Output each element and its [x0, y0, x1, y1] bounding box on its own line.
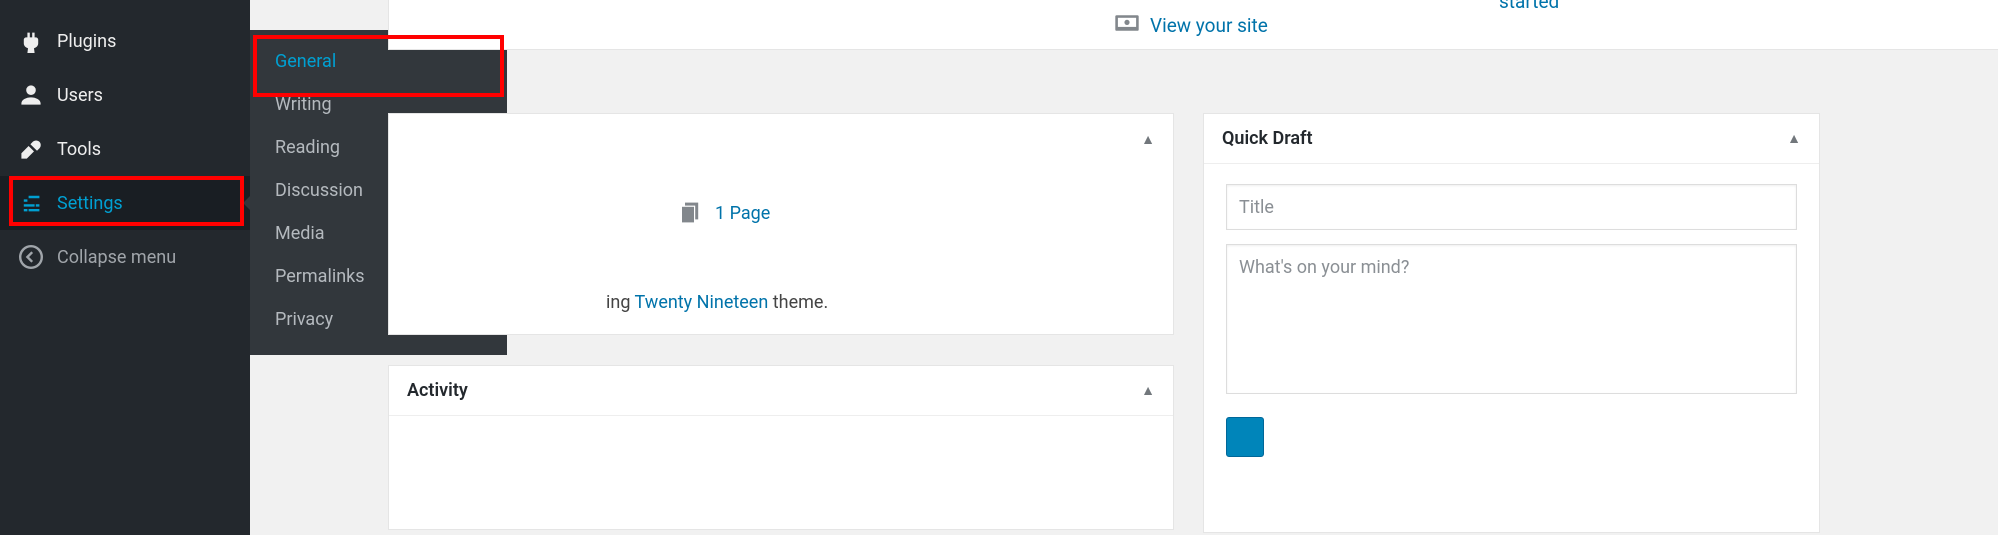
sidebar-item-users[interactable]: Users — [0, 68, 250, 122]
plugins-icon — [19, 29, 43, 53]
started-link[interactable]: started — [1499, 0, 1559, 13]
sidebar-item-label: Settings — [57, 193, 123, 214]
sidebar-item-label: Collapse menu — [57, 247, 176, 268]
theme-prefix: ing — [606, 292, 635, 313]
view-site-text: View your site — [1150, 14, 1268, 37]
quick-draft-header: Quick Draft ▲ — [1204, 114, 1819, 164]
admin-sidebar: Plugins Users Tools Settings Collapse me… — [0, 0, 250, 535]
activity-panel-header: Activity ▲ — [389, 366, 1173, 416]
content-area: View your site started ▲ 1 Page ing Twen… — [280, 0, 1998, 535]
sidebar-item-label: Tools — [57, 139, 101, 160]
page-count-link[interactable]: 1 Page — [679, 199, 770, 228]
pages-icon — [679, 199, 703, 228]
at-a-glance-panel: ▲ 1 Page ing Twenty Nineteen theme. — [388, 113, 1174, 335]
panel-toggle-icon[interactable]: ▲ — [1141, 131, 1155, 148]
save-draft-button[interactable] — [1226, 417, 1264, 457]
sidebar-item-plugins[interactable]: Plugins — [0, 14, 250, 68]
panel-toggle-icon[interactable]: ▲ — [1787, 130, 1801, 147]
tools-icon — [19, 137, 43, 161]
quick-draft-title: Quick Draft — [1222, 128, 1313, 149]
page-count-text: 1 Page — [715, 203, 770, 224]
panel-toggle-icon[interactable]: ▲ — [1141, 382, 1155, 399]
view-site-link[interactable]: View your site — [1114, 10, 1268, 41]
users-icon — [19, 83, 43, 107]
theme-row: ing Twenty Nineteen theme. — [606, 292, 828, 313]
activity-title: Activity — [407, 380, 468, 401]
quick-draft-body — [1204, 164, 1819, 481]
sidebar-item-tools[interactable]: Tools — [0, 122, 250, 176]
settings-icon — [19, 191, 43, 215]
sidebar-item-label: Users — [57, 85, 103, 106]
draft-title-input[interactable] — [1226, 184, 1797, 230]
theme-link[interactable]: Twenty Nineteen — [635, 292, 769, 313]
quick-draft-panel: Quick Draft ▲ — [1203, 113, 1820, 533]
sidebar-item-collapse[interactable]: Collapse menu — [0, 230, 250, 284]
activity-panel: Activity ▲ — [388, 365, 1174, 530]
glance-panel-header: ▲ — [389, 114, 1173, 164]
welcome-panel: View your site started — [388, 0, 1998, 50]
collapse-icon — [19, 245, 43, 269]
draft-content-textarea[interactable] — [1226, 244, 1797, 394]
sidebar-item-settings[interactable]: Settings — [0, 176, 250, 230]
theme-suffix: theme. — [768, 292, 828, 313]
eye-icon — [1114, 10, 1140, 41]
sidebar-item-label: Plugins — [57, 31, 116, 52]
